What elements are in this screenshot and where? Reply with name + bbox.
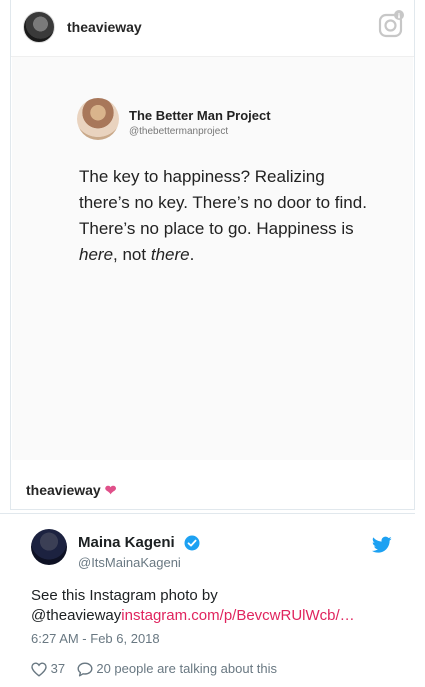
quote-line-4: here, not there.: [79, 242, 389, 268]
quote-author-name: The Better Man Project: [129, 108, 271, 123]
tweet-card: Maina Kageni @ItsMainaKageni See this In…: [0, 513, 415, 687]
instagram-caption: theavieway ❤: [26, 482, 116, 499]
tweet-text: See this Instagram photo by @theaviewayi…: [31, 586, 411, 626]
reply-icon: [77, 662, 93, 677]
quote-line-3: There’s no place to go. Happiness is: [79, 219, 354, 238]
twitter-bird-icon[interactable]: [372, 536, 392, 554]
quote-author-handle: @thebettermanproject: [129, 126, 229, 137]
caption-username[interactable]: theavieway: [26, 482, 101, 498]
avatar[interactable]: [31, 529, 67, 565]
mention-link[interactable]: @theavieway: [31, 607, 121, 624]
quote-period: .: [189, 245, 195, 264]
heart-emoji-icon: ❤: [104, 482, 117, 498]
tweet-author-handle[interactable]: @ItsMainaKageni: [78, 555, 181, 570]
like-heart-icon: [31, 662, 47, 677]
instagram-icon[interactable]: [377, 10, 405, 38]
quote-line-2: there’s no key. There’s no door to find.: [79, 193, 367, 212]
instagram-header: theavieway: [11, 0, 414, 56]
like-count: 37: [50, 660, 66, 676]
instagram-link[interactable]: instagram.com/p/BevcwRUlWcb/…: [121, 607, 354, 624]
like-button[interactable]: 37: [31, 661, 65, 677]
quote-avatar: [77, 98, 119, 140]
tweet-text-line: See this Instagram photo by: [31, 587, 218, 604]
reply-button[interactable]: 20 people are talking about this: [77, 661, 277, 677]
instagram-username[interactable]: theavieway: [67, 19, 142, 35]
tweet-author-name[interactable]: Maina Kageni: [78, 534, 175, 551]
tweet-actions: 37 20 people are talking about this: [31, 660, 277, 677]
quote-line-1: The key to happiness? Realizing: [79, 167, 325, 186]
quote-not: , not: [113, 245, 151, 264]
quote-text: The key to happiness? Realizing there’s …: [79, 164, 389, 268]
verified-badge-icon: [184, 535, 200, 551]
instagram-avatar[interactable]: [23, 11, 55, 43]
replies-text: 20 people are talking about this: [96, 660, 278, 676]
tweet-timestamp[interactable]: 6:27 AM - Feb 6, 2018: [31, 631, 160, 646]
quote-there: there: [150, 245, 190, 264]
instagram-embed: theavieway The Better Man Project @thebe…: [10, 0, 415, 510]
quote-here: here: [79, 245, 114, 264]
